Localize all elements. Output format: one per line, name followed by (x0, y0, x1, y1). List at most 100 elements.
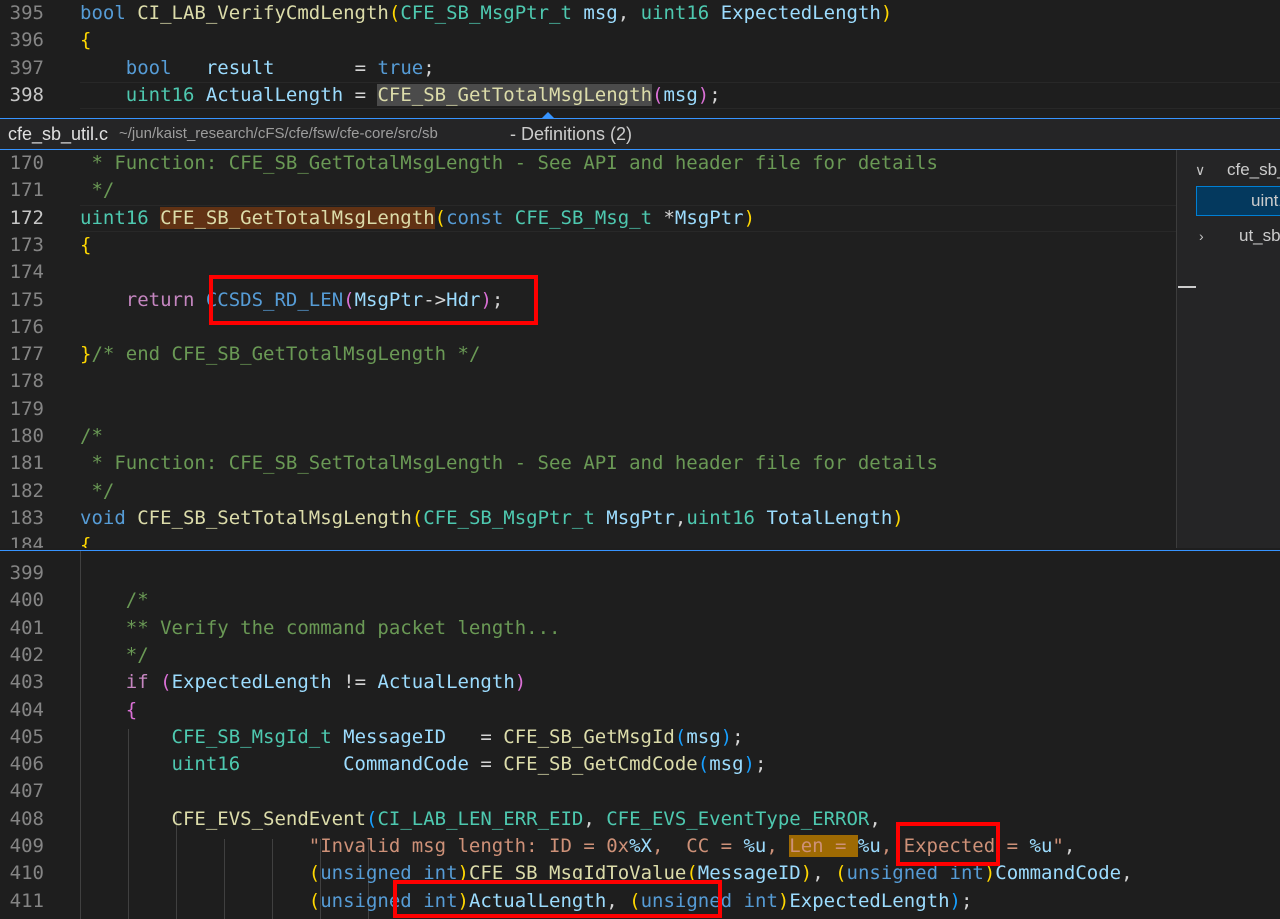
code-line[interactable]: 408 CFE_EVS_SendEvent(CI_LAB_LEN_ERR_EID… (0, 806, 1280, 833)
code-token: /* (80, 425, 103, 447)
code-line[interactable]: 178 (0, 368, 1280, 395)
code-line[interactable]: 403 if (ExpectedLength != ActualLength) (0, 669, 1280, 696)
code-text[interactable]: */ (80, 478, 114, 505)
line-number: 172 (9, 206, 44, 229)
code-token: CFE_EVS_EventType_ERROR (606, 807, 870, 830)
code-text[interactable]: */ (80, 177, 114, 204)
code-text[interactable]: { (80, 532, 91, 548)
code-token: uint16 (686, 506, 755, 529)
line-number: 406 (9, 753, 44, 776)
code-token: ( (411, 506, 424, 529)
code-token: ( (697, 753, 710, 776)
peek-file-name[interactable]: cfe_sb_util.c (8, 119, 108, 149)
line-number: 407 (9, 780, 44, 803)
code-token: ) (949, 889, 961, 912)
annotation-box-ccsds-rd-len (209, 275, 538, 325)
code-token: ; (754, 753, 767, 776)
code-line[interactable]: 170 * Function: CFE_SB_GetTotalMsgLength… (0, 150, 1280, 177)
code-text[interactable]: /* (80, 423, 103, 450)
code-line[interactable]: 184 { (0, 532, 1280, 548)
code-text[interactable]: { (80, 232, 91, 259)
chevron-right-icon[interactable]: › (1199, 222, 1204, 250)
code-line[interactable]: 409 "Invalid msg length: ID = 0x%X, CC =… (0, 833, 1280, 860)
code-token: result (205, 56, 275, 79)
line-number: 182 (9, 479, 44, 502)
code-text[interactable]: CFE_SB_MsgId_t MessageID = CFE_SB_GetMsg… (80, 724, 744, 751)
peek-definitions-count: - Definitions (2) (510, 124, 633, 144)
tree-item-file-cfe-sb-util[interactable]: ∨ cfe_sb_util.c (1177, 156, 1280, 184)
code-text[interactable]: uint16 CFE_SB_GetTotalMsgLength(const CF… (80, 205, 755, 232)
code-line[interactable]: 180 /* (0, 423, 1280, 450)
code-line[interactable]: 398 uint16 ActualLength = CFE_SB_GetTota… (0, 82, 1280, 109)
line-number: 178 (9, 370, 44, 393)
code-line[interactable]: 182 */ (0, 478, 1280, 505)
code-token: ) (514, 671, 527, 694)
code-line[interactable]: 400 /* (0, 587, 1280, 614)
code-line[interactable]: 183 void CFE_SB_SetTotalMsgLength(CFE_SB_… (0, 505, 1280, 532)
code-line[interactable]: 402 */ (0, 642, 1280, 669)
code-line[interactable]: 179 (0, 396, 1280, 423)
code-line[interactable]: 176 (0, 314, 1280, 341)
code-text[interactable]: /* (80, 587, 149, 614)
code-line[interactable]: 174 (0, 259, 1280, 286)
code-text[interactable]: }/* end CFE_SB_GetTotalMsgLength */ (80, 341, 480, 368)
code-text[interactable]: void CFE_SB_SetTotalMsgLength(CFE_SB_Msg… (80, 505, 904, 532)
code-text[interactable]: uint16 ActualLength = CFE_SB_GetTotalMsg… (80, 82, 721, 109)
code-token: ) (743, 206, 756, 229)
line-number: 399 (9, 562, 44, 584)
code-token: void (80, 506, 126, 529)
code-line[interactable]: 173 { (0, 232, 1280, 259)
code-text[interactable]: { (80, 27, 91, 54)
peek-scrollbar-thumb[interactable] (1178, 286, 1196, 288)
line-number: 395 (9, 2, 44, 24)
code-line[interactable]: 404 { (0, 697, 1280, 724)
code-line[interactable]: 407 (0, 778, 1280, 805)
code-token: uint16 (80, 206, 149, 229)
editor-bottom[interactable]: 399 400 /* 401 ** Verify the command packe… (0, 550, 1280, 919)
code-text[interactable]: uint16 CommandCode = CFE_SB_GetCmdCode(m… (80, 751, 767, 778)
code-line[interactable]: 175 return CCSDS_RD_LEN(MsgPtr->Hdr); (0, 287, 1280, 314)
code-line[interactable]: 405 CFE_SB_MsgId_t MessageID = CFE_SB_Ge… (0, 724, 1280, 751)
line-number: 405 (9, 725, 44, 748)
code-text[interactable]: */ (80, 642, 149, 669)
code-text[interactable]: if (ExpectedLength != ActualLength) (80, 669, 526, 696)
code-token: ; (423, 56, 435, 79)
peek-references-tree[interactable]: ∨ cfe_sb_util.c uint16 CFE_SB_GetTotalMs… (1176, 150, 1280, 548)
peek-editor[interactable]: 170 * Function: CFE_SB_GetTotalMsgLength… (0, 150, 1280, 548)
code-token: */ (80, 479, 115, 502)
code-line[interactable]: 399 (0, 560, 1280, 587)
chevron-down-icon[interactable]: ∨ (1195, 156, 1205, 184)
tree-item-file-ut-sb-stubs[interactable]: › ut_sb_stubs.c (1177, 222, 1280, 250)
tree-item-definition[interactable]: uint16 CFE_SB_GetTotalMsgLength (1196, 186, 1280, 216)
code-text[interactable]: { (80, 697, 137, 724)
code-token: MsgPtr (606, 506, 675, 529)
code-text[interactable]: bool result = true; (80, 55, 435, 82)
code-line[interactable]: 177}/* end CFE_SB_GetTotalMsgLength */ (0, 341, 1280, 368)
code-token: ) (800, 862, 813, 885)
code-line[interactable]: 406 uint16 CommandCode = CFE_SB_GetCmdCo… (0, 751, 1280, 778)
code-text[interactable]: * Function: CFE_SB_GetTotalMsgLength - S… (80, 150, 938, 177)
code-line[interactable]: 401 ** Verify the command packet length.… (0, 615, 1280, 642)
line-number: 171 (9, 179, 44, 202)
code-text[interactable]: * Function: CFE_SB_SetTotalMsgLength - S… (80, 450, 938, 477)
code-line[interactable]: 396 { (0, 27, 1280, 54)
code-line[interactable]: 172 uint16 CFE_SB_GetTotalMsgLength(const… (0, 205, 1280, 232)
code-line[interactable]: 171 */ (0, 177, 1280, 204)
code-line[interactable]: 397 bool result = true; (0, 55, 1280, 82)
code-token: CFE_SB_SetTotalMsgLength (137, 506, 412, 529)
code-text[interactable]: CFE_EVS_SendEvent(CI_LAB_LEN_ERR_EID, CF… (80, 806, 881, 833)
code-token: ( (160, 671, 172, 694)
code-line[interactable]: 181 * Function: CFE_SB_SetTotalMsgLength… (0, 450, 1280, 477)
editor-top[interactable]: 395 bool CI_LAB_VerifyCmdLength(CFE_SB_Ms… (0, 0, 1280, 118)
code-token: msg (686, 725, 721, 748)
code-text[interactable]: bool CI_LAB_VerifyCmdLength(CFE_SB_MsgPt… (80, 0, 892, 27)
code-text[interactable]: ** Verify the command packet length... (80, 615, 561, 642)
code-token: != (331, 671, 378, 694)
code-line[interactable]: 395 bool CI_LAB_VerifyCmdLength(CFE_SB_Ms… (0, 0, 1280, 27)
code-token: true (377, 56, 424, 79)
code-token: { (80, 233, 92, 256)
